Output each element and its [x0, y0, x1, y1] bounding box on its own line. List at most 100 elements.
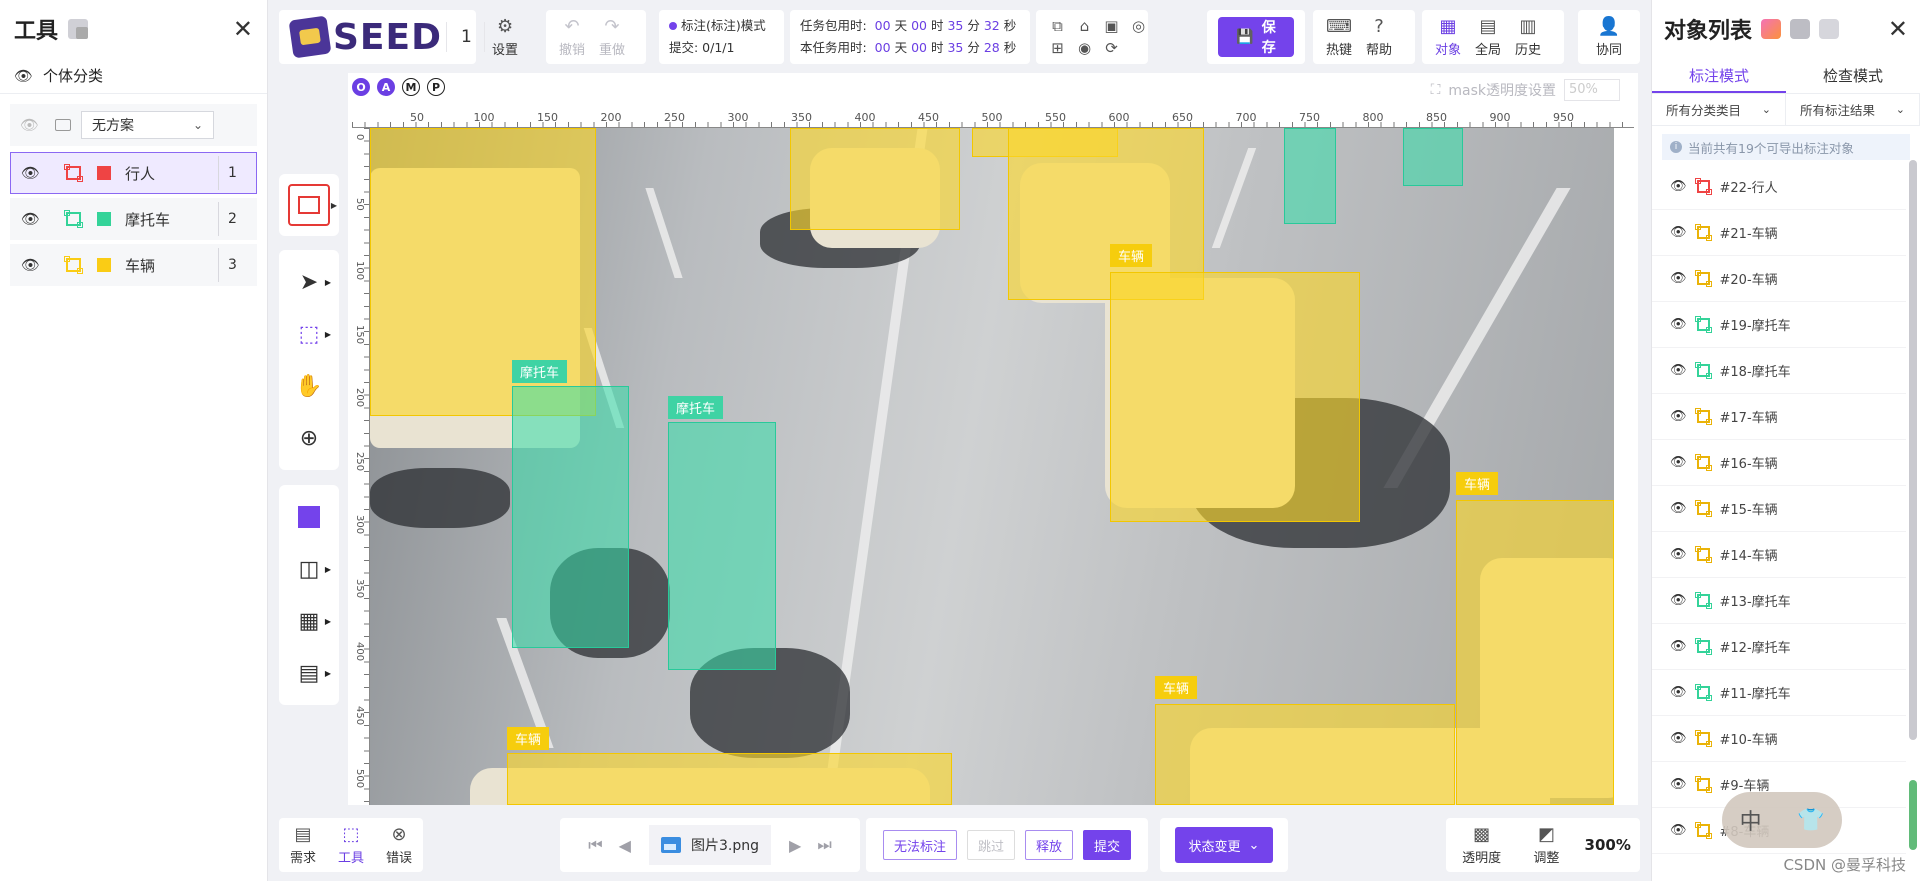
object-view-button[interactable]: ▦ 对象: [1428, 10, 1468, 64]
canvas-scrollbar[interactable]: [1616, 128, 1634, 805]
select-tool-button[interactable]: ➤ ▶: [279, 256, 339, 308]
class-item[interactable]: 👁 行人 1: [10, 152, 257, 194]
vehicle-annotation-box[interactable]: [790, 128, 960, 230]
option-toggle-m[interactable]: M: [402, 78, 420, 96]
vehicle-annotation-box[interactable]: [1110, 272, 1360, 522]
layers-icon[interactable]: [68, 19, 89, 39]
target-icon[interactable]: ◉: [1071, 39, 1098, 57]
tools-tab[interactable]: ⬚ 工具: [331, 818, 371, 872]
object-list-item[interactable]: 👁 #20-车辆: [1652, 256, 1906, 302]
object-list-item[interactable]: 👁 #12-摩托车: [1652, 624, 1906, 670]
eye-icon[interactable]: 👁: [1670, 593, 1687, 608]
object-list-item[interactable]: 👁 #13-摩托车: [1652, 578, 1906, 624]
eye-icon[interactable]: 👁: [1670, 823, 1687, 838]
rotate-icon[interactable]: ⟳: [1098, 39, 1125, 57]
hotkey-button[interactable]: ⌨ 热键: [1319, 10, 1359, 64]
transparency-button[interactable]: ▩ 透明度: [1455, 818, 1508, 872]
eye-icon[interactable]: 👁: [1670, 639, 1687, 654]
eye-icon[interactable]: 👁: [1670, 179, 1687, 194]
adjust-button[interactable]: ◩ 调整: [1526, 818, 1566, 872]
eye-icon[interactable]: 👁: [1670, 455, 1687, 470]
object-list-item[interactable]: 👁 #21-车辆: [1652, 210, 1906, 256]
copy-icon[interactable]: ⧉: [1044, 17, 1071, 35]
submit-button[interactable]: 提交: [1083, 830, 1132, 860]
eye-icon[interactable]: 👁: [20, 116, 39, 134]
zoom-tool-button[interactable]: ⊕: [279, 412, 339, 464]
first-page-icon[interactable]: ⏮: [580, 835, 610, 855]
vehicle-annotation-box[interactable]: [1155, 704, 1455, 805]
prev-page-icon[interactable]: ◀: [611, 836, 639, 855]
group-icon[interactable]: ◎: [1125, 17, 1152, 35]
individual-classification-toggle[interactable]: 👁 个体分类: [0, 58, 267, 94]
save-button[interactable]: 💾 保存: [1218, 17, 1294, 57]
road-image[interactable]: 车辆 车辆 车辆 车辆 摩托车 摩托车: [370, 128, 1614, 805]
option-toggle-a[interactable]: A: [377, 78, 395, 96]
motorcycle-annotation-box[interactable]: [668, 422, 776, 670]
table-layout-button[interactable]: ▤ ▶: [279, 647, 339, 699]
cannot-annotate-button[interactable]: 无法标注: [882, 830, 957, 860]
eye-icon[interactable]: 👁: [21, 164, 40, 182]
object-list-item[interactable]: 👁 #18-摩托车: [1652, 348, 1906, 394]
object-list-item[interactable]: 👁 #17-车辆: [1652, 394, 1906, 440]
motorcycle-annotation-box[interactable]: [512, 386, 629, 648]
next-page-icon[interactable]: ▶: [781, 836, 809, 855]
eye-icon[interactable]: 👁: [14, 67, 33, 85]
settings-button[interactable]: ⚙ 设置: [485, 10, 525, 64]
fullscreen-icon[interactable]: ⛶: [1431, 82, 1441, 98]
release-button[interactable]: 释放: [1025, 830, 1074, 860]
eye-icon[interactable]: 👁: [1670, 271, 1687, 286]
color-palette-icon[interactable]: [1761, 19, 1782, 39]
class-item[interactable]: 👁 摩托车 2: [10, 198, 257, 240]
skip-button[interactable]: 跳过: [966, 830, 1015, 860]
close-icon[interactable]: ✕: [1888, 17, 1908, 41]
last-page-icon[interactable]: ⏭: [809, 835, 839, 855]
current-image-chip[interactable]: 图片3.png: [648, 825, 771, 865]
redo-button[interactable]: ↷ 重做: [592, 10, 632, 64]
eye-icon[interactable]: 👁: [21, 210, 40, 228]
vehicle-annotation-box[interactable]: [1456, 500, 1614, 805]
save-icon[interactable]: ▣: [1098, 17, 1125, 35]
vehicle-annotation-box[interactable]: [507, 753, 952, 805]
object-list-item[interactable]: 👁 #19-摩托车: [1652, 302, 1906, 348]
undo-button[interactable]: ↶ 撤销: [552, 10, 592, 64]
eye-icon[interactable]: 👁: [1670, 777, 1687, 792]
object-list-item[interactable]: 👁 #22-行人: [1652, 164, 1906, 210]
pan-tool-button[interactable]: ✋: [279, 360, 339, 412]
motorcycle-annotation-box[interactable]: [1284, 128, 1336, 224]
eye-icon[interactable]: 👁: [1670, 731, 1687, 746]
global-view-button[interactable]: ▤ 全局: [1468, 10, 1508, 64]
eye-icon[interactable]: 👁: [1670, 317, 1687, 332]
ime-floating-badge[interactable]: 中 👕: [1722, 792, 1842, 848]
tab-inspect-mode[interactable]: 检查模式: [1786, 58, 1920, 93]
object-list-scrollbar[interactable]: [1909, 160, 1917, 740]
requirement-tab[interactable]: ▤ 需求: [283, 818, 323, 872]
color-button[interactable]: [279, 491, 339, 543]
collab-button[interactable]: 👤 协同: [1589, 10, 1629, 64]
help-button[interactable]: ? 帮助: [1359, 10, 1399, 64]
object-list-item[interactable]: 👁 #15-车辆: [1652, 486, 1906, 532]
option-toggle-p[interactable]: P: [427, 78, 445, 96]
tag-icon[interactable]: ⌂: [1071, 17, 1098, 35]
eye-icon[interactable]: 👁: [21, 256, 40, 274]
multi-select-tool-button[interactable]: ⬚ ▶: [279, 308, 339, 360]
eye-icon[interactable]: 👁: [1670, 225, 1687, 240]
zoom-level[interactable]: 300%: [1585, 836, 1631, 854]
object-list-item[interactable]: 👁 #11-摩托车: [1652, 670, 1906, 716]
eye-icon[interactable]: 👁: [1670, 363, 1687, 378]
mask-opacity-select[interactable]: 50%: [1564, 79, 1620, 101]
error-tab[interactable]: ⊗ 错误: [379, 818, 419, 872]
class-item[interactable]: 👁 车辆 3: [10, 244, 257, 286]
eye-icon[interactable]: 👁: [1670, 685, 1687, 700]
split-view-button[interactable]: ◫ ▶: [279, 543, 339, 595]
category-filter-select[interactable]: 所有分类类目 ⌄: [1652, 94, 1786, 125]
state-change-button[interactable]: 状态变更 ⌄: [1174, 827, 1274, 863]
object-list-item[interactable]: 👁 #10-车辆: [1652, 716, 1906, 762]
history-view-button[interactable]: ▥ 历史: [1508, 10, 1548, 64]
annotation-canvas[interactable]: OAMP ⛶ mask透明度设置 50% 50 100 150 200 250 300 35…: [348, 73, 1638, 805]
rectangle-tool-button[interactable]: [288, 184, 330, 226]
square-icon[interactable]: [1790, 19, 1811, 39]
result-filter-select[interactable]: 所有标注结果 ⌄: [1786, 94, 1920, 125]
eye-icon[interactable]: 👁: [1670, 501, 1687, 516]
tab-annotate-mode[interactable]: 标注模式: [1652, 58, 1786, 93]
layout-icon[interactable]: ⊞: [1044, 39, 1071, 57]
